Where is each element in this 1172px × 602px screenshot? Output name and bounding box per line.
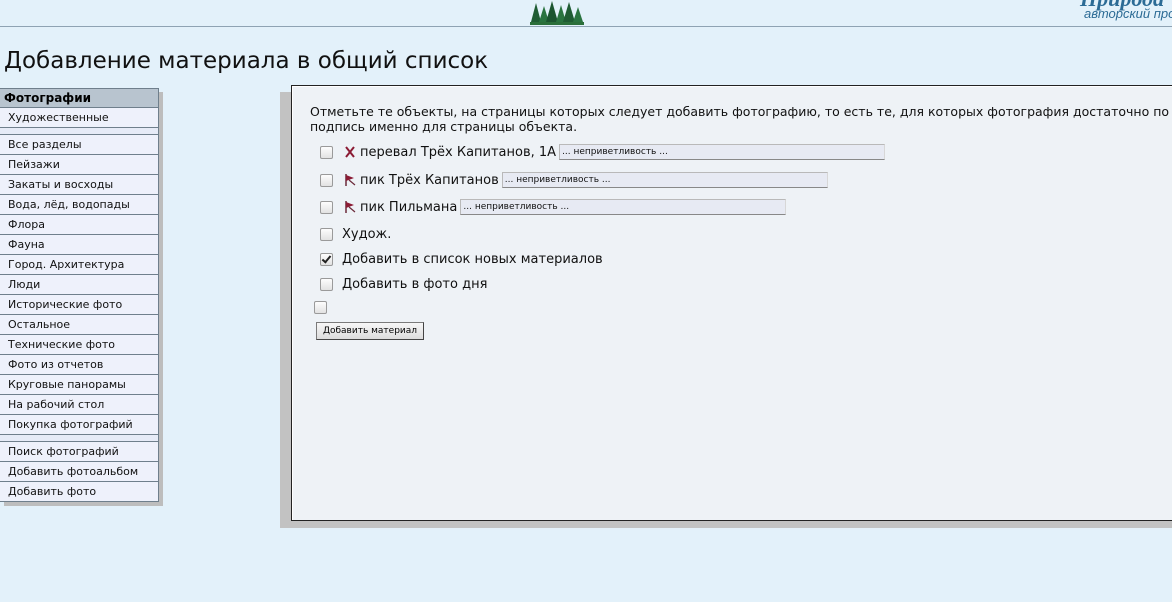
option-row: [314, 298, 327, 316]
object-note-field[interactable]: ... неприветливость ...: [501, 172, 828, 188]
object-checkbox[interactable]: [320, 173, 333, 187]
new-materials-checkbox[interactable]: [320, 252, 333, 266]
sidebar-menu: Фотографии Художественные Все разделы Пе…: [0, 88, 159, 502]
object-note-field[interactable]: ... неприветливость ...: [559, 144, 886, 160]
sidebar-header[interactable]: Фотографии: [0, 89, 158, 108]
object-row: пик Пильмана ... неприветливость ...: [320, 198, 787, 216]
peak-flag-icon: [345, 174, 356, 186]
sidebar-item-technical[interactable]: Технические фото: [0, 335, 158, 355]
sidebar-item-add-photo[interactable]: Добавить фото: [0, 482, 158, 501]
sidebar-item-sunsets[interactable]: Закаты и восходы: [0, 175, 158, 195]
add-material-button[interactable]: Добавить материал: [316, 322, 424, 340]
option-row: Худож.: [320, 225, 391, 243]
sidebar-item-reports[interactable]: Фото из отчетов: [0, 355, 158, 375]
top-bar: Природа авторский проект: [0, 0, 1172, 27]
instructions-line: подпись именно для страницы объекта.: [310, 119, 578, 134]
sidebar-item-people[interactable]: Люди: [0, 275, 158, 295]
object-checkbox[interactable]: [320, 145, 333, 159]
brand-subtitle: авторский проект: [1084, 6, 1172, 21]
sidebar-item-all-sections[interactable]: Все разделы: [0, 135, 158, 155]
object-row: перевал Трёх Капитанов, 1А ... неприветл…: [320, 143, 886, 161]
pass-icon: [345, 146, 355, 158]
sidebar-separator: [0, 128, 158, 135]
sidebar-separator: [0, 435, 158, 442]
new-materials-label: Добавить в список новых материалов: [342, 251, 603, 267]
trees-logo[interactable]: [530, 0, 584, 26]
object-label: пик Трёх Капитанов: [360, 172, 499, 188]
sidebar-item-other[interactable]: Остальное: [0, 315, 158, 335]
sidebar-item-add-album[interactable]: Добавить фотоальбом: [0, 462, 158, 482]
artistic-checkbox[interactable]: [320, 227, 333, 241]
extra-checkbox[interactable]: [314, 300, 327, 314]
object-row: пик Трёх Капитанов ... неприветливость .…: [320, 171, 828, 189]
option-row: Добавить в фото дня: [320, 275, 487, 293]
option-row: Добавить в список новых материалов: [320, 250, 603, 268]
photo-of-day-label: Добавить в фото дня: [342, 276, 488, 292]
sidebar-item-wallpapers[interactable]: На рабочий стол: [0, 395, 158, 415]
sidebar-item-artistic[interactable]: Художественные: [0, 108, 158, 128]
artistic-label: Худож.: [342, 226, 392, 242]
instructions-line: Отметьте те объекты, на страницы которых…: [310, 104, 1170, 119]
sidebar-item-panoramas[interactable]: Круговые панорамы: [0, 375, 158, 395]
object-label: пик Пильмана: [360, 199, 458, 215]
add-material-form: Отметьте те объекты, на страницы которых…: [291, 85, 1172, 521]
sidebar-item-historical[interactable]: Исторические фото: [0, 295, 158, 315]
object-note-field[interactable]: ... неприветливость ...: [460, 199, 787, 215]
object-label: перевал Трёх Капитанов, 1А: [360, 144, 557, 160]
sidebar-item-flora[interactable]: Флора: [0, 215, 158, 235]
sidebar-item-city[interactable]: Город. Архитектура: [0, 255, 158, 275]
sidebar-item-water-ice[interactable]: Вода, лёд, водопады: [0, 195, 158, 215]
sidebar-item-fauna[interactable]: Фауна: [0, 235, 158, 255]
sidebar-item-purchase[interactable]: Покупка фотографий: [0, 415, 158, 435]
page-title: Добавление материала в общий список: [4, 48, 489, 74]
object-checkbox[interactable]: [320, 200, 333, 214]
instructions-text: Отметьте те объекты, на страницы которых…: [310, 104, 1172, 134]
sidebar-item-landscapes[interactable]: Пейзажи: [0, 155, 158, 175]
peak-flag-icon: [345, 201, 356, 213]
sidebar-item-search[interactable]: Поиск фотографий: [0, 442, 158, 462]
photo-of-day-checkbox[interactable]: [320, 277, 333, 291]
